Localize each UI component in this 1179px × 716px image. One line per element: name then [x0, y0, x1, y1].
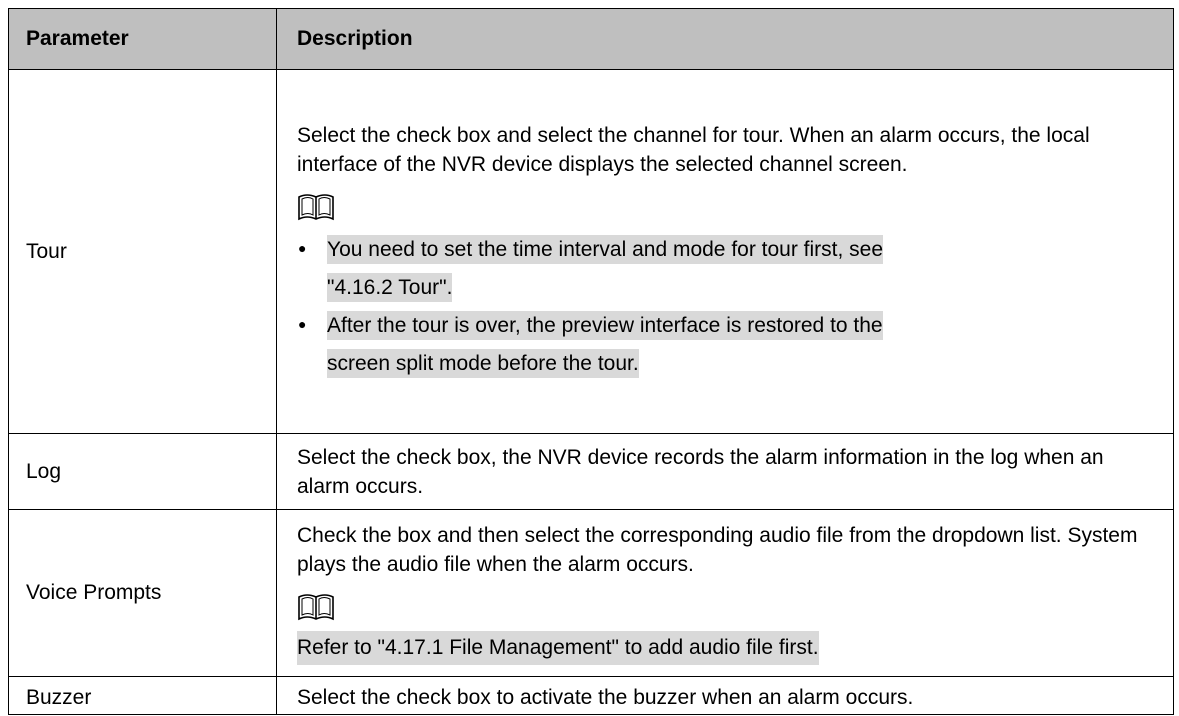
desc-text-tour: Select the check box and select the chan…	[297, 123, 1090, 176]
desc-text-buzzer: Select the check box to activate the buz…	[297, 686, 914, 709]
table-row: Buzzer Select the check box to activate …	[8, 676, 1174, 715]
list-item: ● You need to set the time interval and …	[297, 231, 1161, 307]
desc-text-voice-prompts: Check the box and then select the corres…	[297, 524, 1138, 576]
desc-cell-buzzer: Select the check box to activate the buz…	[276, 676, 1174, 715]
note-list-tour: ● You need to set the time interval and …	[297, 231, 1161, 383]
desc-text-log: Select the check box, the NVR device rec…	[297, 445, 1104, 498]
parameter-table: Parameter Description Tour Select the ch…	[8, 8, 1174, 715]
table-row: Log Select the check box, the NVR device…	[8, 433, 1174, 510]
note-line: You need to set the time interval and mo…	[327, 234, 884, 264]
note-line: screen split mode before the tour.	[327, 348, 639, 378]
param-cell-log: Log	[8, 433, 277, 510]
header-parameter-label: Parameter	[26, 27, 129, 50]
param-cell-buzzer: Buzzer	[8, 676, 277, 715]
book-note-icon	[298, 594, 334, 621]
header-parameter: Parameter	[8, 8, 277, 70]
desc-cell-voice-prompts: Check the box and then select the corres…	[276, 509, 1174, 677]
note-line: "4.16.2 Tour".	[327, 272, 453, 302]
table-header-row: Parameter Description	[8, 8, 1174, 70]
header-description-label: Description	[297, 27, 413, 50]
bullet-icon: ●	[298, 239, 307, 256]
param-cell-voice-prompts: Voice Prompts	[8, 509, 277, 677]
table-row: Tour Select the check box and select the…	[8, 69, 1174, 434]
table-row: Voice Prompts Check the box and then sel…	[8, 509, 1174, 677]
list-item: ● After the tour is over, the preview in…	[297, 307, 1161, 383]
book-note-icon	[298, 193, 334, 220]
param-cell-tour: Tour	[8, 69, 277, 434]
desc-cell-tour: Select the check box and select the chan…	[276, 69, 1174, 434]
note-text-voice-prompts: Refer to "4.17.1 File Management" to add…	[297, 631, 819, 665]
desc-cell-log: Select the check box, the NVR device rec…	[276, 433, 1174, 510]
note-line: After the tour is over, the preview inte…	[327, 310, 883, 340]
bullet-icon: ●	[298, 315, 307, 332]
header-description: Description	[276, 8, 1174, 70]
